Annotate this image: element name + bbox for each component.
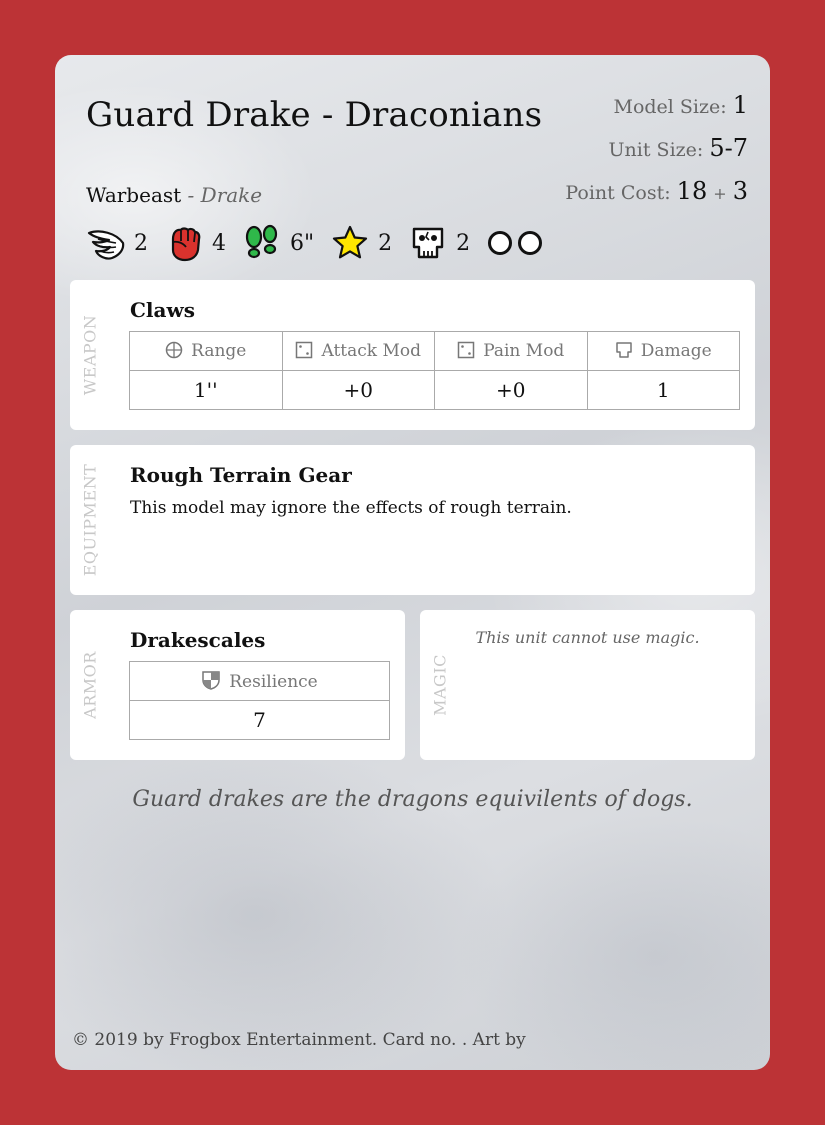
- damage-value: 1: [586, 370, 740, 410]
- stat-flight: 2: [86, 223, 148, 263]
- unit-type: Warbeast - Drake: [86, 183, 263, 207]
- flavor-text: Guard drakes are the dragons equivilents…: [132, 787, 693, 812]
- star-icon: [333, 225, 368, 259]
- stat-wounds: 2: [408, 223, 470, 263]
- die-icon: [457, 341, 475, 359]
- attack-mod-value: +0: [281, 370, 435, 410]
- size-cost-block: Model Size: 1 Unit Size: 5-7 Point Cost:…: [565, 85, 748, 214]
- skull-icon: [412, 227, 444, 259]
- unit-card: Guard Drake - Draconians Model Size: 1 U…: [55, 55, 770, 1070]
- stat-attack: 4: [164, 223, 226, 263]
- attack-mod-header: Attack Mod: [281, 331, 435, 371]
- model-size: Model Size: 1: [613, 91, 749, 119]
- weapon-side-label: WEAPON: [80, 314, 100, 396]
- unit-size: Unit Size: 5-7: [608, 134, 748, 162]
- copyright-footer: © 2019 by Frogbox Entertainment. Card no…: [72, 1030, 526, 1050]
- stat-move: 6": [242, 223, 314, 263]
- shield-icon: [202, 671, 220, 690]
- armor-name: Drakescales: [130, 628, 266, 652]
- magic-side-label: MAGIC: [430, 654, 450, 716]
- weapon-panel: WEAPON Claws Range Attack Mod Pain Mod D…: [70, 280, 755, 430]
- stat-row: 2 4 6" 2 2: [86, 221, 548, 265]
- card-title: Guard Drake - Draconians: [86, 95, 543, 135]
- resilience-value: 7: [129, 700, 390, 740]
- pain-mod-header: Pain Mod: [434, 331, 588, 371]
- wing-icon: [87, 230, 125, 260]
- fist-icon: [171, 227, 201, 262]
- magic-panel: MAGIC This unit cannot use magic.: [420, 610, 755, 760]
- armor-side-label: ARMOR: [80, 651, 100, 719]
- range-value: 1'': [129, 370, 283, 410]
- point-cost: Point Cost: 18 + 3: [565, 177, 748, 205]
- die-icon: [296, 341, 313, 359]
- equipment-name: Rough Terrain Gear: [130, 463, 352, 487]
- skull-icon: [616, 342, 632, 358]
- armor-stats-table: Resilience 7: [129, 661, 390, 740]
- damage-header: Damage: [586, 331, 740, 371]
- equipment-description: This model may ignore the effects of rou…: [130, 498, 572, 518]
- tracking-circle[interactable]: [518, 231, 543, 255]
- equipment-panel: EQUIPMENT Rough Terrain Gear This model …: [70, 445, 755, 595]
- stat-morale: 2: [330, 223, 392, 263]
- armor-panel: ARMOR Drakescales Resilience 7: [70, 610, 405, 760]
- footprints-icon: [245, 224, 278, 259]
- weapon-stats-table: Range Attack Mod Pain Mod Damage 1'' +0 …: [129, 331, 740, 410]
- tracking-circles: [488, 231, 548, 255]
- resilience-header: Resilience: [129, 661, 390, 701]
- crosshair-icon: [165, 341, 183, 359]
- tracking-circle[interactable]: [488, 231, 513, 255]
- magic-note: This unit cannot use magic.: [475, 628, 700, 647]
- pain-mod-value: +0: [434, 370, 588, 410]
- weapon-name: Claws: [130, 298, 195, 322]
- equipment-side-label: EQUIPMENT: [80, 463, 100, 577]
- range-header: Range: [129, 331, 283, 371]
